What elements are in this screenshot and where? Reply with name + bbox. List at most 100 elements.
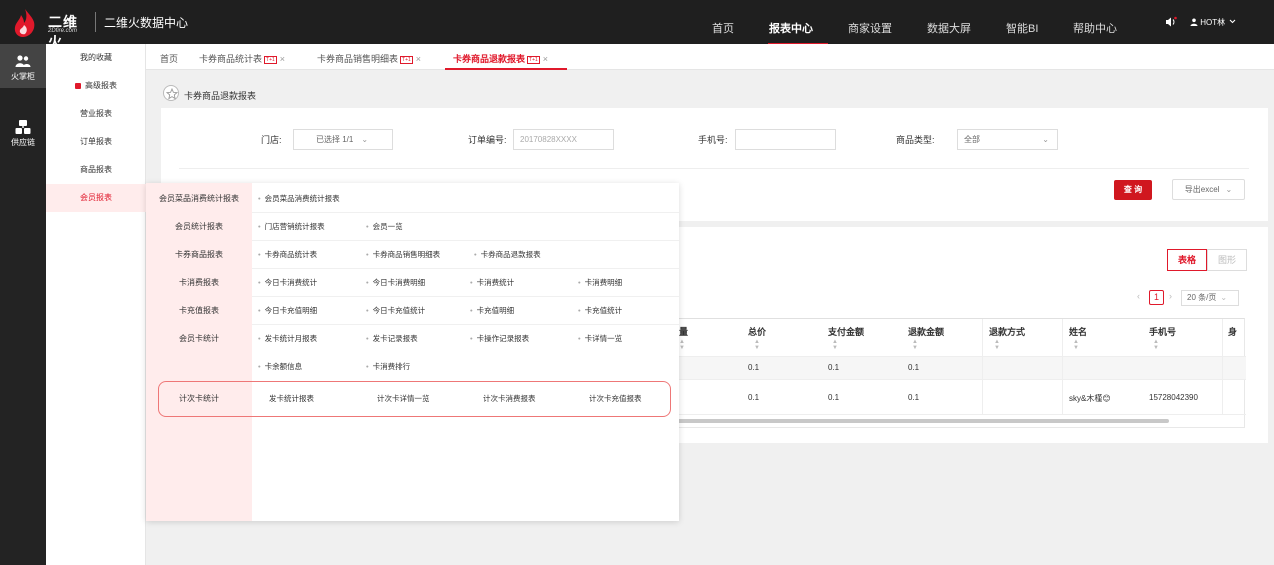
flyout-category[interactable]: 卡券商品报表 bbox=[146, 249, 252, 260]
flyout-link[interactable]: 卡操作记录报表 bbox=[470, 333, 530, 344]
flyout-link[interactable]: 计次卡详情一览 bbox=[377, 393, 430, 404]
flyout-link[interactable]: 卡消费统计 bbox=[470, 277, 515, 288]
col-header-refund-method[interactable]: 退款方式 bbox=[989, 325, 1025, 338]
tab-card-product-sales-detail[interactable]: 卡券商品销售明细表 T+1 × bbox=[317, 52, 421, 65]
tab-label: 卡券商品退款报表 bbox=[453, 54, 526, 64]
col-header-refund[interactable]: 退款金额 bbox=[908, 325, 944, 338]
nav-report-center[interactable]: 报表中心 bbox=[769, 20, 813, 36]
tab-card-product-refund[interactable]: 卡券商品退款报表 T+1 × bbox=[453, 52, 548, 65]
speaker-icon[interactable] bbox=[1165, 16, 1177, 28]
submenu-item-orders[interactable]: 订单报表 bbox=[46, 128, 146, 156]
flyout-link[interactable]: 今日卡消费明细 bbox=[366, 277, 426, 288]
page-size-value: 20 条/页 bbox=[1187, 293, 1217, 302]
flyout-link[interactable]: 卡消费明细 bbox=[578, 277, 623, 288]
flyout-category[interactable]: 卡消费报表 bbox=[146, 277, 252, 288]
view-table-button[interactable]: 表格 bbox=[1167, 249, 1207, 271]
product-type-select[interactable]: 全部 ⌄ bbox=[957, 129, 1058, 150]
chevron-down-icon: ⌄ bbox=[1220, 293, 1228, 302]
flyout-category[interactable]: 卡充值报表 bbox=[146, 305, 252, 316]
brand-logo[interactable]: 二维火 2Dfire.com bbox=[12, 8, 92, 50]
view-chart-button[interactable]: 图形 bbox=[1207, 249, 1247, 271]
nav-data-screen[interactable]: 数据大屏 bbox=[927, 20, 971, 36]
col-header-name[interactable]: 姓名 bbox=[1069, 325, 1087, 338]
page-size-select[interactable]: 20 条/页 ⌄ bbox=[1181, 290, 1239, 306]
flyout-link[interactable]: 卡余额信息 bbox=[258, 361, 303, 372]
sort-icon[interactable]: ▲ ▼ bbox=[754, 339, 760, 351]
sort-icon[interactable]: ▲ ▼ bbox=[1073, 339, 1079, 351]
submenu-item-members[interactable]: 会员报表 bbox=[46, 184, 146, 212]
submenu-item-advanced[interactable]: 高级报表 bbox=[46, 72, 146, 100]
flyout-category[interactable]: 会员卡统计 bbox=[146, 333, 252, 344]
query-button[interactable]: 查 询 bbox=[1114, 180, 1152, 200]
flyout-category[interactable]: 计次卡统计 bbox=[146, 393, 252, 404]
leftbar-item-supply-chain[interactable]: 供应链 bbox=[0, 110, 46, 154]
flyout-link[interactable]: 卡券商品退款报表 bbox=[474, 249, 541, 260]
flyout-link[interactable]: 卡充值统计 bbox=[578, 305, 623, 316]
sort-icon[interactable]: ▲ ▼ bbox=[1153, 339, 1159, 351]
flyout-link[interactable]: 卡消费排行 bbox=[366, 361, 411, 372]
close-icon[interactable]: × bbox=[543, 54, 548, 64]
col-header-quantity[interactable]: 量 bbox=[679, 325, 688, 338]
nav-help-center[interactable]: 帮助中心 bbox=[1073, 20, 1117, 36]
close-icon[interactable]: × bbox=[416, 54, 421, 64]
leftbar-item-huozhanggui[interactable]: 火掌柜 bbox=[0, 44, 46, 88]
sort-icon[interactable]: ▲ ▼ bbox=[832, 339, 838, 351]
flyout-link[interactable]: 会员一览 bbox=[366, 221, 403, 232]
chevron-down-icon: ⌄ bbox=[1042, 135, 1049, 144]
report-submenu: 我的收藏 高级报表 营业报表 订单报表 商品报表 会员报表 bbox=[46, 44, 146, 565]
tab-card-product-stats[interactable]: 卡券商品统计表 T+1 × bbox=[199, 52, 285, 65]
cell-paid: 0.1 bbox=[828, 363, 840, 372]
product-type-value: 全部 bbox=[964, 135, 980, 144]
col-header-paid[interactable]: 支付金额 bbox=[828, 325, 864, 338]
phone-input[interactable] bbox=[735, 129, 836, 150]
leftbar-label: 火掌柜 bbox=[11, 72, 35, 81]
flyout-category[interactable]: 会员菜品消费统计报表 bbox=[146, 193, 252, 204]
flyout-link[interactable]: 发卡记录报表 bbox=[366, 333, 418, 344]
flyout-link[interactable]: 计次卡充值报表 bbox=[589, 393, 642, 404]
col-divider bbox=[1062, 319, 1063, 414]
flyout-category[interactable]: 会员统计报表 bbox=[146, 221, 252, 232]
flyout-link[interactable]: 今日卡充值统计 bbox=[366, 305, 426, 316]
prev-page-icon[interactable]: ‹ bbox=[1137, 291, 1140, 301]
next-page-icon[interactable]: › bbox=[1169, 291, 1172, 301]
nav-home[interactable]: 首页 bbox=[712, 20, 734, 36]
col-header-id[interactable]: 身 bbox=[1228, 325, 1237, 338]
col-divider bbox=[1222, 319, 1223, 414]
flyout-link[interactable]: 卡券商品销售明细表 bbox=[366, 249, 441, 260]
nav-merchant-settings[interactable]: 商家设置 bbox=[848, 20, 892, 36]
flyout-category-column bbox=[146, 183, 252, 521]
sort-icon[interactable]: ▲ ▼ bbox=[912, 339, 918, 351]
flyout-link[interactable]: 发卡统计月报表 bbox=[258, 333, 318, 344]
submenu-item-business[interactable]: 营业报表 bbox=[46, 100, 146, 128]
tab-label: 卡券商品销售明细表 bbox=[317, 54, 399, 64]
leftbar-label: 供应链 bbox=[11, 138, 35, 147]
col-header-total[interactable]: 总价 bbox=[748, 325, 766, 338]
tab-home[interactable]: 首页 bbox=[160, 52, 178, 65]
logo-domain: 2Dfire.com bbox=[48, 28, 78, 34]
chevron-down-icon: ⌄ bbox=[361, 135, 369, 144]
user-menu[interactable]: HOT林 bbox=[1190, 17, 1236, 28]
store-select[interactable]: 已选择 1/1 ⌄ bbox=[293, 129, 393, 150]
close-icon[interactable]: × bbox=[280, 54, 285, 64]
favorite-star-button[interactable] bbox=[163, 85, 179, 101]
flyout-link[interactable]: 门店营销统计报表 bbox=[258, 221, 325, 232]
flyout-link[interactable]: 今日卡充值明细 bbox=[258, 305, 318, 316]
page-header: 卡券商品退款报表 bbox=[146, 76, 1274, 108]
sort-icon[interactable]: ▲ ▼ bbox=[679, 339, 685, 351]
flyout-link[interactable]: 计次卡消费报表 bbox=[483, 393, 536, 404]
col-header-phone[interactable]: 手机号 bbox=[1149, 325, 1176, 338]
sort-icon[interactable]: ▲ ▼ bbox=[994, 339, 1000, 351]
flyout-link[interactable]: 今日卡消费统计 bbox=[258, 277, 318, 288]
flyout-link[interactable]: 会员菜品消费统计报表 bbox=[258, 193, 340, 204]
nav-smart-bi[interactable]: 智能BI bbox=[1006, 20, 1038, 36]
submenu-item-favorites[interactable]: 我的收藏 bbox=[46, 44, 146, 72]
horizontal-scrollbar[interactable] bbox=[652, 419, 1169, 423]
page-number[interactable]: 1 bbox=[1149, 290, 1164, 305]
flyout-link[interactable]: 发卡统计报表 bbox=[269, 393, 314, 404]
flyout-link[interactable]: 卡充值明细 bbox=[470, 305, 515, 316]
flyout-link[interactable]: 卡券商品统计表 bbox=[258, 249, 318, 260]
submenu-item-products[interactable]: 商品报表 bbox=[46, 156, 146, 184]
export-excel-button[interactable]: 导出excel ⌄ bbox=[1172, 179, 1245, 200]
flyout-link[interactable]: 卡详情一览 bbox=[578, 333, 623, 344]
order-number-input[interactable]: 20170828XXXX bbox=[513, 129, 614, 150]
